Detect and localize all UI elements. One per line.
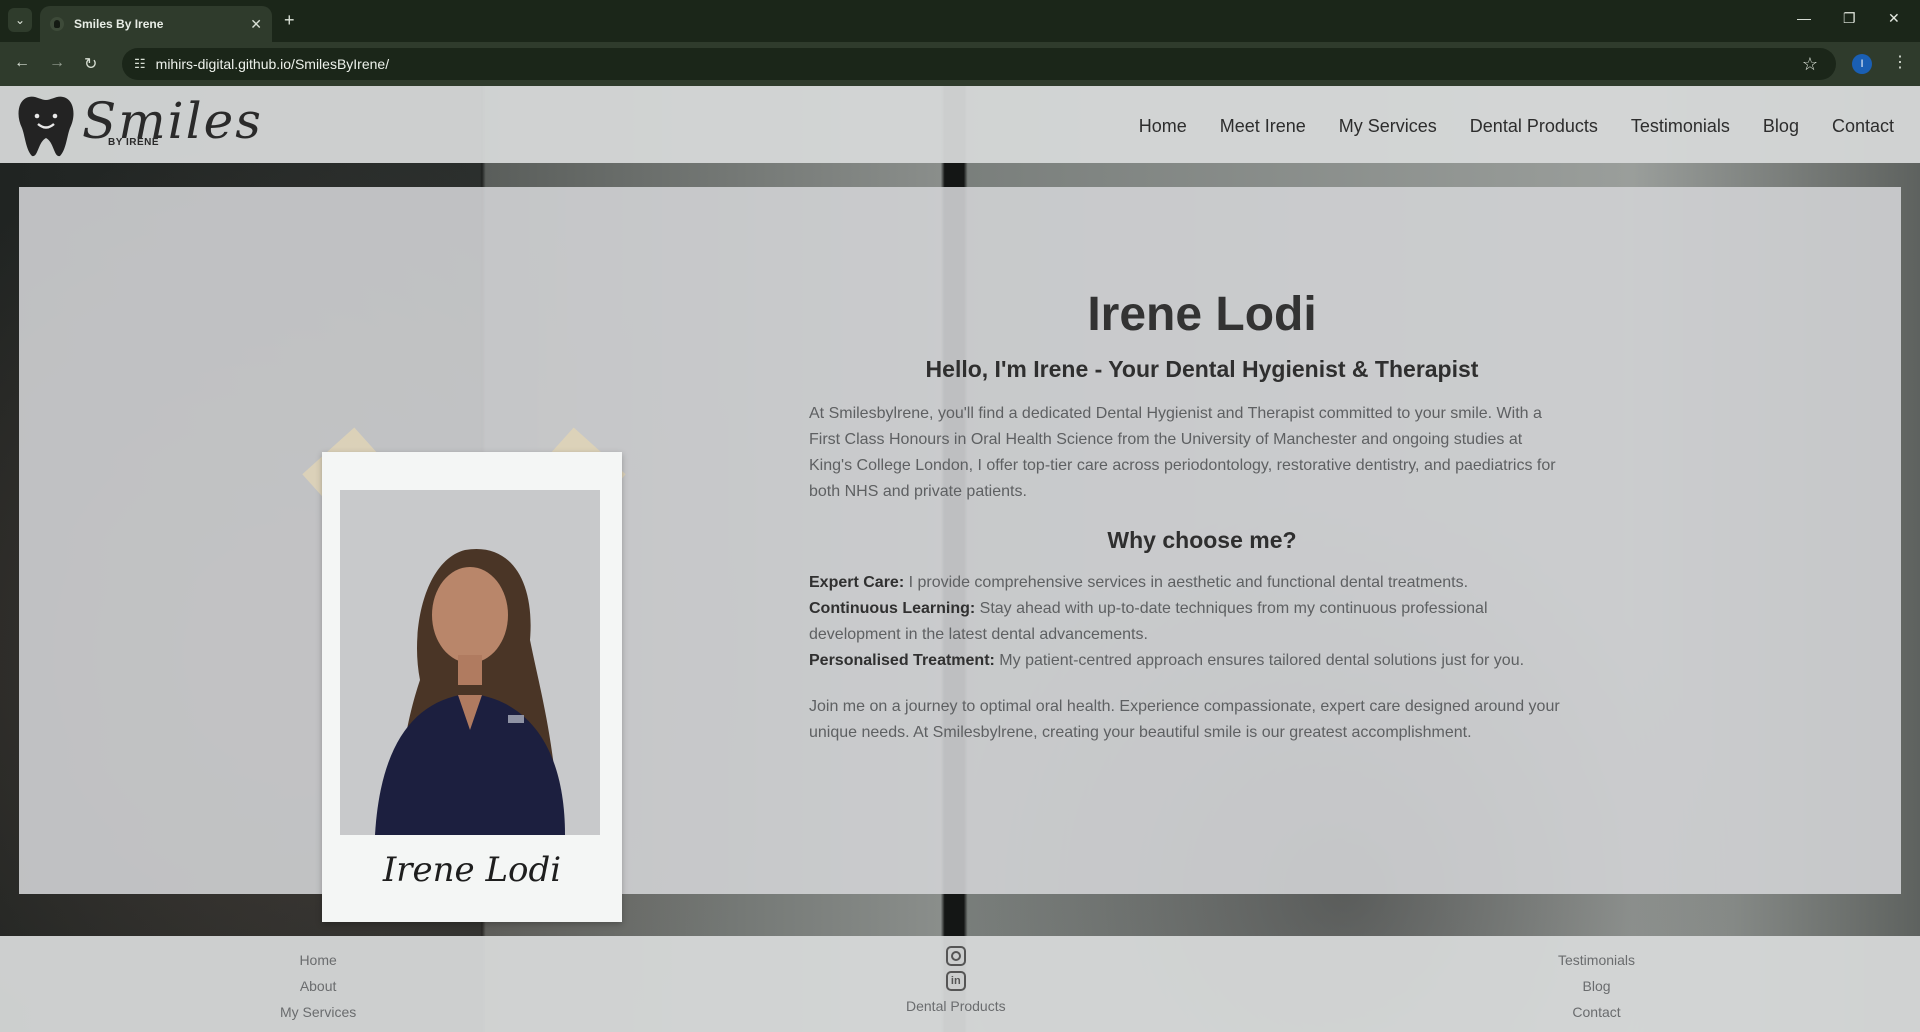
- feature-item: Expert Care: I provide comprehensive ser…: [809, 570, 1569, 596]
- features-list: Expert Care: I provide comprehensive ser…: [809, 570, 1569, 674]
- footer-link-my-services[interactable]: My Services: [280, 1002, 356, 1023]
- main-nav: Home Meet Irene My Services Dental Produ…: [1106, 116, 1894, 137]
- nav-dental-products[interactable]: Dental Products: [1470, 116, 1598, 137]
- about-card: Irene Lodi Irene Lodi Hello, I'm Irene -…: [19, 187, 1901, 922]
- new-tab-icon[interactable]: +: [284, 10, 295, 31]
- window-close-icon[interactable]: ✕: [1888, 10, 1900, 27]
- browser-tab[interactable]: Smiles By Irene ✕: [40, 6, 272, 42]
- bookmark-star-icon[interactable]: ☆: [1802, 54, 1818, 75]
- intro-paragraph: At Smilesbylrene, you'll find a dedicate…: [809, 405, 1556, 500]
- footer-link-blog[interactable]: Blog: [1583, 976, 1611, 997]
- feature-item: Personalised Treatment: My patient-centr…: [809, 648, 1569, 674]
- nav-home[interactable]: Home: [1139, 116, 1187, 137]
- closing-paragraph: Join me on a journey to optimal oral hea…: [809, 698, 1560, 741]
- feature-item: Continuous Learning: Stay ahead with up-…: [809, 596, 1569, 648]
- site-favicon-icon: [50, 17, 64, 31]
- nav-blog[interactable]: Blog: [1763, 116, 1799, 137]
- site-header: Smiles BY IRENE Home Meet Irene My Servi…: [0, 86, 1920, 163]
- portrait-photo: [340, 490, 600, 835]
- signature: Irene Lodi: [382, 850, 562, 890]
- brand-subtitle: BY IRENE: [108, 137, 160, 148]
- feature-text: My patient-centred approach ensures tail…: [994, 652, 1525, 669]
- site-info-icon[interactable]: ☷: [134, 56, 146, 72]
- instagram-icon[interactable]: [945, 946, 966, 966]
- polaroid-frame: Irene Lodi: [322, 452, 622, 922]
- footer-link-about[interactable]: About: [300, 976, 337, 997]
- polaroid-photo: Irene Lodi: [302, 412, 626, 922]
- footer-link-testimonials[interactable]: Testimonials: [1558, 950, 1635, 971]
- site-footer: Home About My Services in Dental Product…: [0, 936, 1920, 1032]
- footer-links-center: in Dental Products: [906, 946, 1006, 1017]
- feature-title: Continuous Learning:: [809, 600, 976, 617]
- back-icon[interactable]: ←: [14, 54, 30, 72]
- footer-links-left: Home About My Services: [280, 950, 356, 1023]
- forward-icon[interactable]: →: [49, 54, 65, 72]
- close-tab-icon[interactable]: ✕: [250, 16, 262, 33]
- restore-icon[interactable]: ❐: [1843, 10, 1856, 27]
- minimize-icon[interactable]: —: [1797, 10, 1811, 26]
- about-content: Irene Lodi Hello, I'm Irene - Your Denta…: [809, 287, 1569, 746]
- feature-text: I provide comprehensive services in aest…: [904, 574, 1469, 591]
- nav-testimonials[interactable]: Testimonials: [1631, 116, 1730, 137]
- browser-tab-bar: ⌄ Smiles By Irene ✕ + — ❐ ✕: [0, 0, 1920, 42]
- reload-icon[interactable]: ↻: [84, 54, 97, 74]
- address-bar[interactable]: ☷ mihirs-digital.github.io/SmilesByIrene…: [122, 48, 1836, 80]
- page-title: Irene Lodi: [1087, 288, 1317, 341]
- tab-search-button[interactable]: ⌄: [8, 8, 32, 32]
- linkedin-icon[interactable]: in: [945, 971, 966, 991]
- url-text[interactable]: mihirs-digital.github.io/SmilesByIrene/: [156, 56, 389, 72]
- nav-my-services[interactable]: My Services: [1339, 116, 1437, 137]
- site-logo[interactable]: Smiles BY IRENE: [16, 92, 261, 158]
- nav-contact[interactable]: Contact: [1832, 116, 1894, 137]
- browser-toolbar: ← → ↻ ☷ mihirs-digital.github.io/SmilesB…: [0, 42, 1920, 86]
- nav-meet-irene[interactable]: Meet Irene: [1220, 116, 1306, 137]
- footer-links-right: Testimonials Blog Contact: [1558, 950, 1635, 1023]
- footer-link-contact[interactable]: Contact: [1572, 1002, 1620, 1023]
- browser-menu-icon[interactable]: ⋮: [1892, 52, 1908, 72]
- feature-title: Expert Care:: [809, 574, 905, 591]
- footer-link-dental-products[interactable]: Dental Products: [906, 996, 1006, 1017]
- web-page: Smiles BY IRENE Home Meet Irene My Servi…: [0, 86, 1920, 1032]
- tooth-logo-icon: [18, 96, 74, 157]
- why-choose-heading: Why choose me?: [1107, 527, 1297, 553]
- profile-avatar[interactable]: I: [1852, 54, 1872, 74]
- footer-link-home[interactable]: Home: [299, 950, 336, 971]
- tab-title: Smiles By Irene: [74, 17, 164, 31]
- feature-title: Personalised Treatment:: [809, 652, 995, 669]
- page-subtitle: Hello, I'm Irene - Your Dental Hygienist…: [925, 356, 1479, 382]
